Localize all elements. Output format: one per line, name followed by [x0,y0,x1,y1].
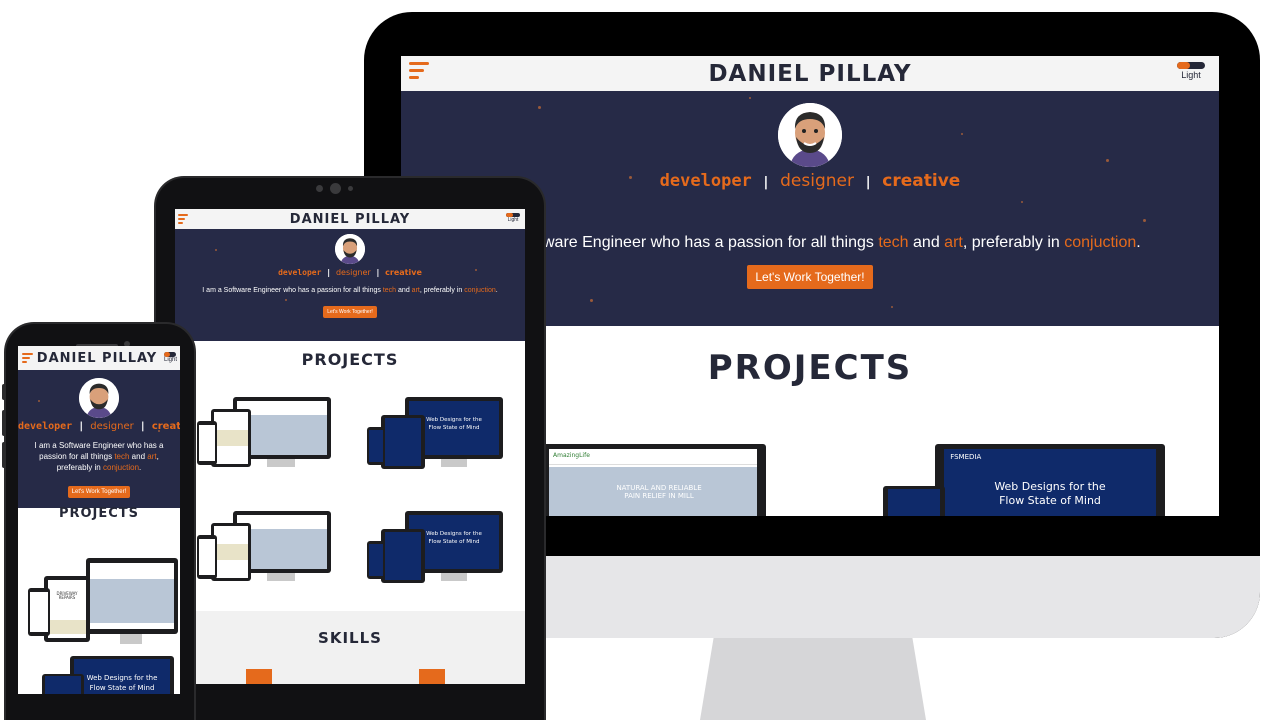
intro-highlight-conjunction: conjuction [464,287,496,294]
project-headline: Web Designs for the [86,674,158,683]
tagline-creative: creative [151,421,180,432]
tagline-creative: creative [385,268,422,277]
projects-heading: PROJECTS [58,506,140,521]
intro-highlight-tech: tech [382,287,397,294]
project-screen: AmazingLife NATURAL AND RELIABLE PAIN RE… [549,449,757,516]
skills-heading: SKILLS [318,629,382,647]
avatar-illustration [335,234,365,264]
site-header: DANIEL PILLAY Light [18,346,180,370]
intro-highlight-tech: tech [114,452,130,462]
intro-highlight-tech: tech [878,234,909,251]
cta-button[interactable]: Let's Work Together! [747,265,873,289]
project-screen: FSMEDIA Web Designs for the Flow State o… [944,449,1156,516]
projects-heading: PROJECTS [301,350,399,369]
intro-highlight-art: art [411,287,420,294]
project-headline: Web Designs for the [994,480,1106,494]
theme-toggle-label: Light [507,217,519,223]
theme-toggle[interactable]: Light [163,352,177,363]
project-thumbnail-amazinglife[interactable]: AmazingLife NATURAL AND RELIABLE PAIN RE… [540,444,770,516]
tagline-creative: creative [882,171,961,191]
skill-icon [419,669,445,684]
theme-toggle-icon [506,213,520,217]
theme-toggle[interactable]: Light [506,213,520,223]
tagline: developer | designer | creative [18,421,180,432]
desktop-monitor-stand [700,638,926,720]
intro-prefix: I am a Software Engineer who has a passi… [34,441,164,462]
intro-prefix: I am a Software Engineer who has a passi… [202,287,381,294]
device-mockup-scene: DANIEL PILLAY Light developer | designer… [0,0,1280,720]
project-client-name: AmazingLife [553,452,590,460]
intro-and: and [398,287,410,294]
intro-text: ware Engineer who has a passion for all … [543,234,1141,252]
intro-suffix: . [495,287,498,294]
site-header: DANIEL PILLAY Light [401,56,1219,91]
tagline-designer: designer [90,421,134,432]
project-thumbnail-fsmedia[interactable]: FSMEDIA Web Designs for the Flow State o… [883,444,1165,516]
tagline-separator: | [139,421,146,432]
project-thumbnail-amazinglife[interactable]: DRIVEWAY REPAIRS [28,554,178,644]
tablet-site: DANIEL PILLAY Light developer | designer… [175,209,525,684]
tagline-designer: designer [780,171,854,191]
site-title: DANIEL PILLAY [36,350,158,366]
intro-suffix: . [1136,234,1141,251]
intro-highlight-art: art [944,234,963,251]
cta-button[interactable]: Let's Work Together! [67,485,131,498]
tagline-designer: designer [335,268,371,277]
tagline-separator: | [375,268,381,277]
theme-toggle-icon [1177,62,1205,69]
project-headline: Flow State of Mind [89,684,155,693]
avatar-illustration [79,378,119,418]
site-title: DANIEL PILLAY [708,60,912,87]
project-client-name: FSMEDIA [950,453,982,462]
tagline-separator: | [326,268,332,277]
project-thumbnail-fsmedia[interactable]: Web Designs for the Flow State of Mind [367,395,507,475]
skill-icon [246,669,272,684]
site-header: DANIEL PILLAY Light [175,209,525,229]
project-thumbnail-amazinglife[interactable] [197,395,332,475]
hamburger-menu-icon[interactable] [178,214,188,224]
cta-button[interactable]: Let's Work Together! [323,306,377,318]
intro-and: and [913,234,940,251]
project-thumbnail-fsmedia[interactable]: Web Designs for the Flow State of Mind [367,509,507,589]
intro-middle: , preferably in [419,287,463,294]
intro-highlight-conjunction: conjuction [103,463,140,473]
hero-section: developer | designer | creative I am a S… [175,229,525,341]
tagline-separator: | [78,421,85,432]
theme-toggle-label: Light [1181,70,1201,80]
tagline-separator: | [864,175,873,190]
intro-and: and [131,452,146,462]
hero-section: developer | designer | creative I am a S… [18,370,180,508]
intro-suffix: . [139,463,142,473]
tagline: developer | designer | creative [175,268,525,277]
project-thumbnail-amazinglife[interactable] [197,509,332,589]
tagline-separator: | [762,175,770,190]
phone-site: DANIEL PILLAY Light developer | designer… [18,346,180,694]
intro-text: I am a Software Engineer who has a passi… [25,440,173,474]
tagline-developer: developer [278,268,322,277]
intro-text: I am a Software Engineer who has a passi… [175,287,525,294]
project-headline: NATURAL AND RELIABLE PAIN RELIEF IN MILL [616,484,702,501]
project-headline: Flow State of Mind [999,494,1101,508]
theme-toggle-icon [163,352,176,357]
intro-highlight-art: art [147,452,157,462]
intro-middle: , preferably in [962,234,1060,251]
skills-section: SKILLS [175,611,525,684]
theme-toggle[interactable]: Light [1177,62,1205,80]
project-thumbnail-fsmedia[interactable]: Web Designs for the Flow State of Mind [42,656,180,694]
avatar-illustration [778,103,842,167]
site-title: DANIEL PILLAY [289,211,411,227]
tagline-developer: developer [659,171,752,191]
intro-highlight-conjunction: conjuction [1064,234,1137,251]
theme-toggle-label: Light [163,357,177,363]
hamburger-menu-icon[interactable] [409,62,429,79]
intro-prefix: ware Engineer who has a passion for all … [543,234,874,251]
tagline-developer: developer [18,421,73,432]
project-headline: DRIVEWAY REPAIRS [56,590,78,601]
hamburger-menu-icon[interactable] [22,353,33,363]
